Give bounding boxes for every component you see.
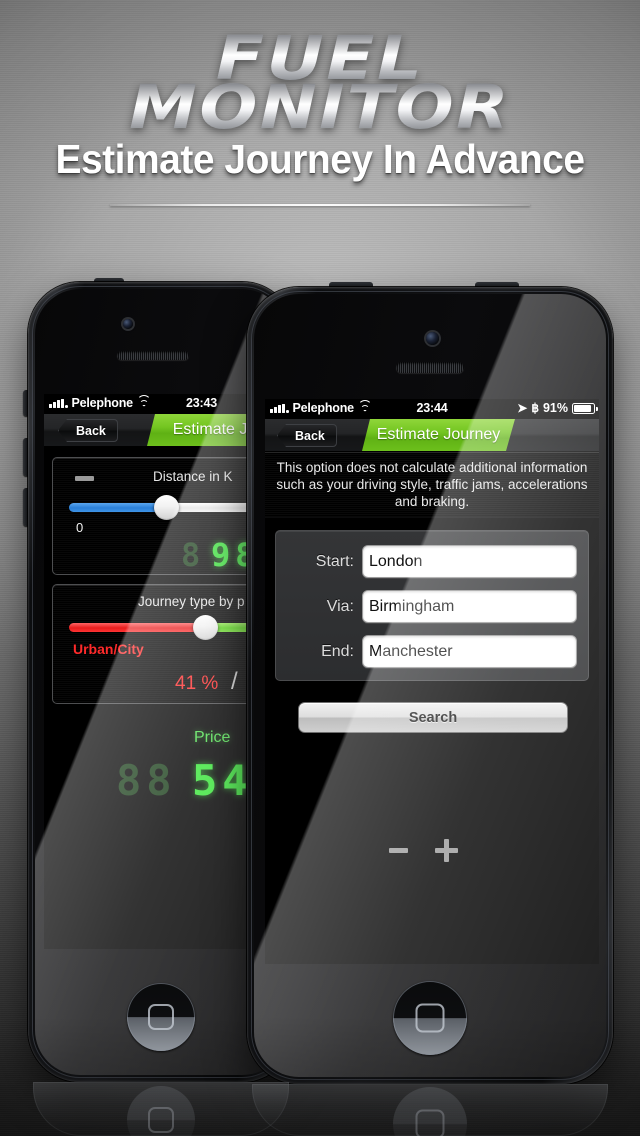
price-lcd-placeholder: 88	[116, 756, 177, 805]
location-arrow-icon: ➤	[517, 401, 528, 415]
front-phone-screen: Pelephone 23:44 ➤ ฿ 91% Estimate Journey…	[265, 399, 599, 964]
front-phone-camera-icon	[426, 332, 439, 345]
front-nav-bar: Estimate Journey Back	[265, 419, 599, 452]
back-status-left: Pelephone	[49, 394, 151, 410]
back-button[interactable]: Back	[277, 424, 337, 447]
tagline: Estimate Journey In Advance	[55, 136, 585, 182]
distance-min-value: 0	[76, 520, 84, 535]
journey-form: Start: London Via: Birmingham End: Manch…	[275, 530, 589, 681]
journey-type-label: Journey type by p	[138, 594, 245, 609]
front-phone-face: Pelephone 23:44 ➤ ฿ 91% Estimate Journey…	[254, 294, 606, 1077]
front-phone: Pelephone 23:44 ➤ ฿ 91% Estimate Journey…	[247, 282, 613, 1084]
journey-type-left-percent: 41 %	[175, 673, 219, 694]
distance-slider-knob[interactable]	[154, 495, 180, 520]
back-button[interactable]: Back	[58, 419, 118, 442]
signal-bars-icon	[49, 398, 68, 408]
end-label: End:	[321, 642, 354, 660]
journey-type-separator: /	[231, 668, 238, 695]
back-status-time: 23:43	[186, 396, 217, 410]
price-lcd-value: 54	[192, 756, 253, 805]
carrier-label: Pelephone	[71, 396, 134, 410]
via-input[interactable]: Birmingham	[362, 590, 577, 623]
bluetooth-icon: ฿	[531, 401, 539, 415]
distance-lcd-placeholder: 8	[181, 536, 206, 574]
end-input[interactable]: Manchester	[362, 635, 577, 668]
form-row-start: Start: London	[276, 545, 588, 578]
floor-shading	[0, 1016, 640, 1136]
stepper-controls	[389, 839, 458, 862]
journey-type-slider-knob[interactable]	[193, 615, 219, 640]
journey-type-left-label: Urban/City	[73, 641, 144, 657]
start-input[interactable]: London	[362, 545, 577, 578]
front-nav-title-banner: Estimate Journey	[362, 419, 515, 451]
price-label: Price	[194, 729, 231, 746]
form-row-end: End: Manchester	[276, 635, 588, 668]
distance-label: Distance in K	[153, 469, 233, 484]
form-row-via: Via: Birmingham	[276, 590, 588, 623]
logo-monitor: MONITOR	[0, 72, 640, 143]
back-phone-speaker	[117, 351, 189, 360]
front-status-right: ➤ ฿ 91%	[517, 401, 598, 415]
front-status-bar: Pelephone 23:44 ➤ ฿ 91%	[265, 399, 599, 419]
back-phone-camera-icon	[123, 319, 133, 329]
wifi-icon	[136, 394, 151, 409]
front-phone-speaker	[396, 362, 464, 373]
distance-minus-icon[interactable]	[75, 476, 94, 481]
battery-percent-label: 91%	[542, 401, 568, 415]
info-text: This option does not calculate additiona…	[276, 460, 588, 509]
info-panel: This option does not calculate additiona…	[265, 452, 599, 518]
plus-icon[interactable]	[435, 839, 458, 862]
start-label: Start:	[315, 552, 354, 570]
minus-icon[interactable]	[389, 848, 408, 853]
header: FUEL MONITOR Estimate Journey In Advance	[0, 0, 640, 215]
header-divider	[110, 204, 530, 206]
journey-type-slider-fill	[69, 623, 207, 632]
via-label: Via:	[326, 597, 354, 615]
search-button[interactable]: Search	[298, 702, 568, 733]
front-nav-title: Estimate Journey	[376, 426, 501, 443]
battery-icon	[572, 402, 598, 414]
